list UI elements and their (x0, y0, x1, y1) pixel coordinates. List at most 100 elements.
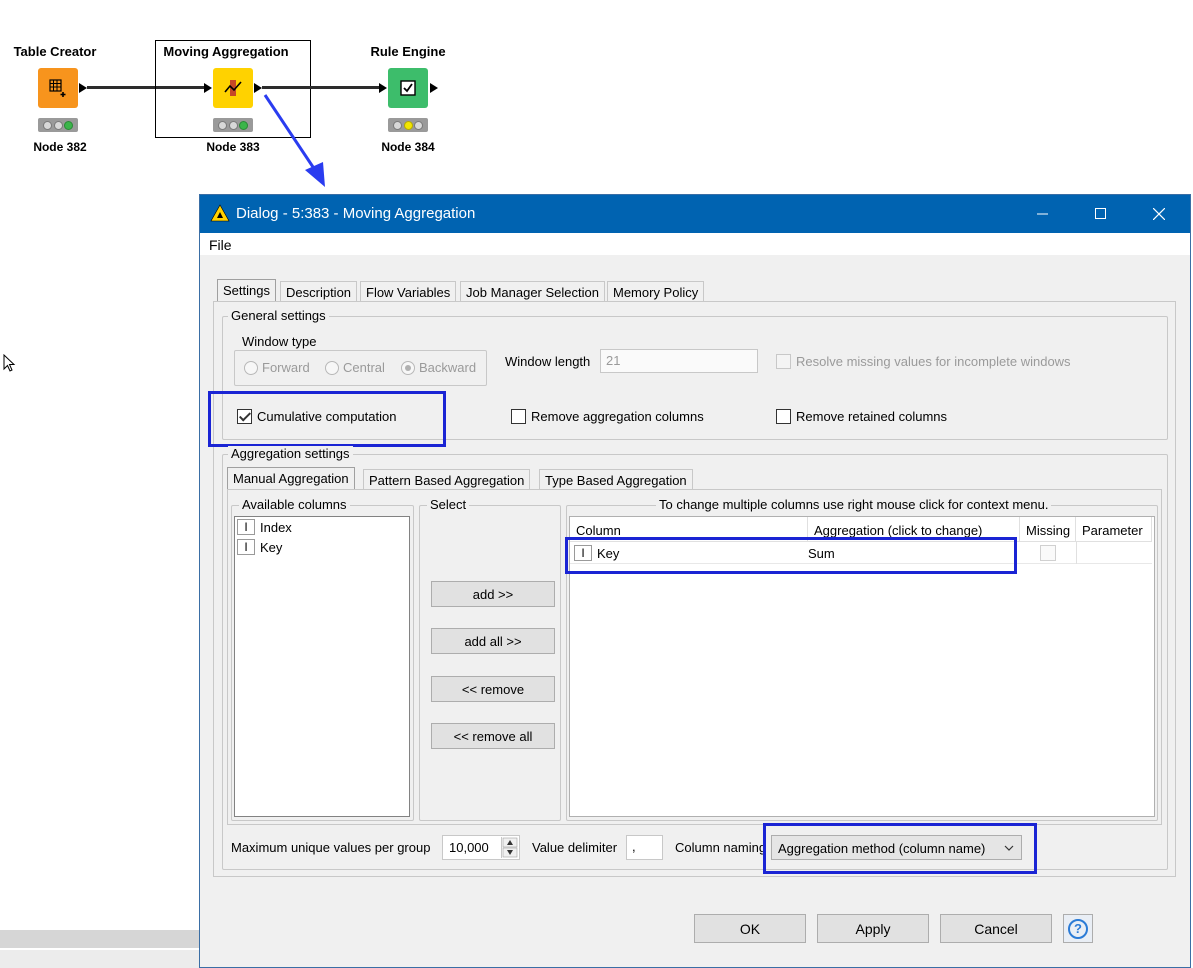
max-unique-label: Maximum unique values per group (231, 840, 431, 855)
select-legend: Select (427, 497, 470, 512)
node-status-382 (38, 118, 78, 132)
table-grid-icon (49, 79, 66, 97)
output-port[interactable] (430, 83, 438, 93)
list-item-key[interactable]: I Key (237, 539, 282, 555)
dialog-titlebar[interactable]: Dialog - 5:383 - Moving Aggregation (200, 195, 1190, 233)
tab-manual-aggregation[interactable]: Manual Aggregation (227, 467, 355, 489)
spinner[interactable] (501, 837, 518, 858)
node-status-383 (213, 118, 253, 132)
radio-backward[interactable]: Backward (401, 360, 476, 375)
canvas-scrollbar-track (0, 950, 199, 968)
spinner-arrows-icon (502, 837, 518, 858)
highlight-column-naming (763, 823, 1037, 874)
remove-button[interactable]: << remove (431, 676, 555, 702)
node-label-384: Node 384 (381, 140, 435, 154)
tab-memory-policy[interactable]: Memory Policy (607, 281, 705, 301)
moving-aggregation-node[interactable] (213, 68, 253, 108)
window-length-label: Window length (505, 354, 591, 369)
apply-button[interactable]: Apply (817, 914, 929, 943)
tab-pattern-based-aggregation[interactable]: Pattern Based Aggregation (363, 469, 531, 489)
maximize-button[interactable] (1072, 195, 1130, 233)
radio-circle (325, 360, 339, 375)
remove-retained-columns-checkbox[interactable]: Remove retained columns (776, 409, 947, 424)
available-columns-list[interactable]: I Index I Key (234, 516, 410, 817)
knime-logo-icon (210, 204, 230, 222)
status-light-green (64, 120, 74, 130)
radio-central[interactable]: Central (325, 360, 385, 375)
resolve-missing-checkbox[interactable]: Resolve missing values for incomplete wi… (776, 354, 1071, 369)
input-port[interactable] (379, 83, 387, 93)
close-button[interactable] (1130, 195, 1188, 233)
highlight-cumulative (208, 391, 446, 447)
tab-flow-variables[interactable]: Flow Variables (360, 281, 457, 301)
column-naming-label: Column naming (675, 840, 767, 855)
connection-line (262, 86, 380, 89)
radio-circle-selected (401, 360, 415, 375)
help-icon: ? (1068, 918, 1088, 939)
radio-circle (244, 360, 258, 375)
tab-settings[interactable]: Settings (217, 279, 276, 301)
mouse-cursor-icon (3, 354, 16, 372)
available-columns-legend: Available columns (239, 497, 350, 512)
row-missing-checkbox[interactable] (1040, 545, 1056, 561)
add-button[interactable]: add >> (431, 581, 555, 607)
status-light (414, 120, 424, 130)
max-unique-input[interactable]: 10,000 (442, 835, 520, 860)
header-parameter[interactable]: Parameter (1076, 517, 1152, 541)
maximize-icon (1095, 208, 1106, 219)
status-light (42, 120, 52, 130)
window-length-input[interactable]: 21 (600, 349, 758, 373)
close-icon (1153, 208, 1165, 220)
node-label-382: Node 382 (33, 140, 87, 154)
minimize-icon (1037, 213, 1048, 215)
help-button[interactable]: ? (1063, 914, 1093, 943)
tab-type-based-aggregation[interactable]: Type Based Aggregation (539, 469, 693, 489)
node-title-rule-engine: Rule Engine (370, 44, 446, 59)
aggregation-settings-legend: Aggregation settings (228, 446, 353, 461)
dialog-title: Dialog - 5:383 - Moving Aggregation (236, 205, 476, 222)
checkbox-box (511, 409, 526, 424)
minimize-button[interactable] (1014, 195, 1072, 233)
node-title-table-creator: Table Creator (13, 44, 97, 59)
ok-button[interactable]: OK (694, 914, 806, 943)
rule-check-icon (400, 80, 416, 96)
checkbox-box (776, 354, 791, 369)
remove-aggregation-columns-checkbox[interactable]: Remove aggregation columns (511, 409, 704, 424)
output-port[interactable] (79, 83, 87, 93)
highlight-key-row (565, 537, 1017, 574)
status-light (217, 120, 227, 130)
integer-column-icon: I (237, 539, 255, 555)
annotation-arrow-icon (263, 94, 325, 187)
list-item-index[interactable]: I Index (237, 519, 292, 535)
tab-job-manager-selection[interactable]: Job Manager Selection (460, 281, 605, 301)
node-status-384 (388, 118, 428, 132)
status-light-yellow (403, 120, 413, 130)
cell-divider (1076, 542, 1077, 564)
status-light (228, 120, 238, 130)
status-light (392, 120, 402, 130)
status-light-green (239, 120, 249, 130)
table-creator-node[interactable] (38, 68, 78, 108)
moving-aggregation-icon (224, 80, 242, 96)
canvas-scrollbar[interactable] (0, 930, 199, 948)
rule-engine-node[interactable] (388, 68, 428, 108)
node-title-moving-aggregation: Moving Aggregation (163, 44, 289, 59)
value-delimiter-label: Value delimiter (532, 840, 618, 855)
aggregation-table-legend: To change multiple columns use right mou… (656, 497, 1052, 512)
value-delimiter-input[interactable]: , (626, 835, 663, 860)
header-missing[interactable]: Missing (1020, 517, 1076, 541)
window-type-legend: Window type (239, 334, 320, 349)
radio-forward[interactable]: Forward (244, 360, 310, 375)
general-settings-legend: General settings (228, 308, 329, 323)
status-light (53, 120, 63, 130)
tab-description[interactable]: Description (280, 281, 358, 301)
remove-all-button[interactable]: << remove all (431, 723, 555, 749)
add-all-button[interactable]: add all >> (431, 628, 555, 654)
select-group (419, 505, 561, 821)
moving-aggregation-dialog: Dialog - 5:383 - Moving Aggregation File… (199, 194, 1191, 968)
cancel-button[interactable]: Cancel (940, 914, 1052, 943)
checkbox-box (776, 409, 791, 424)
integer-column-icon: I (237, 519, 255, 535)
menubar: File (200, 233, 1190, 255)
menu-file[interactable]: File (209, 237, 232, 253)
